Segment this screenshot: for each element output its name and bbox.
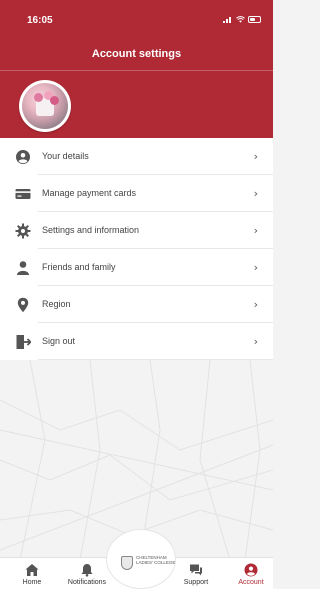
tab-label: Notifications	[67, 579, 107, 586]
chevron-right-icon: ›	[253, 298, 258, 311]
status-bar: 16:05	[0, 0, 273, 34]
crest-icon	[121, 556, 133, 570]
menu-item-label: Settings and information	[42, 225, 140, 235]
chevron-right-icon: ›	[253, 224, 258, 237]
chat-icon	[190, 564, 202, 576]
tab-support[interactable]: Support	[171, 563, 221, 586]
menu-item-label: Region	[42, 299, 71, 309]
status-icons	[223, 16, 261, 23]
tab-label: Account	[238, 579, 264, 586]
menu-item-region[interactable]: Region ›	[0, 286, 273, 323]
menu-item-label: Your details	[42, 151, 89, 161]
status-time: 16:05	[27, 15, 53, 26]
menu-item-label: Friends and family	[42, 262, 116, 272]
chevron-right-icon: ›	[253, 187, 258, 200]
tab-label: Support	[183, 579, 209, 586]
person-icon	[17, 261, 29, 275]
chevron-right-icon: ›	[253, 335, 258, 348]
credit-card-icon	[15, 189, 31, 199]
menu-item-friends-and-family[interactable]: Friends and family ›	[0, 249, 273, 286]
tab-label: Home	[22, 579, 42, 586]
sign-out-icon	[16, 335, 31, 349]
menu-item-sign-out[interactable]: Sign out ›	[0, 323, 273, 360]
wifi-icon	[236, 16, 245, 23]
college-logo[interactable]: CHELTENHAM LADIES' COLLEGE	[106, 529, 176, 589]
page-title: Account settings	[91, 48, 182, 60]
user-circle-icon	[16, 150, 30, 164]
home-icon	[25, 564, 39, 576]
gear-icon	[15, 223, 31, 239]
avatar-image	[22, 83, 68, 129]
menu-item-settings-and-information[interactable]: Settings and information ›	[0, 212, 273, 249]
account-icon	[244, 563, 258, 577]
tab-home[interactable]: Home	[7, 563, 57, 586]
menu-item-label: Sign out	[42, 336, 76, 346]
menu-item-label: Manage payment cards	[42, 188, 137, 198]
tab-account[interactable]: Account	[226, 563, 276, 586]
chevron-right-icon: ›	[253, 150, 258, 163]
chevron-right-icon: ›	[253, 261, 258, 274]
location-pin-icon	[17, 297, 29, 313]
avatar[interactable]	[19, 80, 71, 132]
bell-icon	[81, 564, 93, 577]
menu-item-manage-payment-cards[interactable]: Manage payment cards ›	[0, 175, 273, 212]
tab-notifications[interactable]: Notifications	[62, 563, 112, 586]
title-divider	[0, 70, 273, 71]
menu-item-your-details[interactable]: Your details ›	[0, 138, 273, 175]
battery-icon	[248, 16, 261, 23]
signal-icon	[223, 16, 233, 23]
settings-list: Your details › Manage payment cards › Se…	[0, 138, 273, 360]
logo-text: CHELTENHAM LADIES' COLLEGE	[136, 555, 176, 565]
